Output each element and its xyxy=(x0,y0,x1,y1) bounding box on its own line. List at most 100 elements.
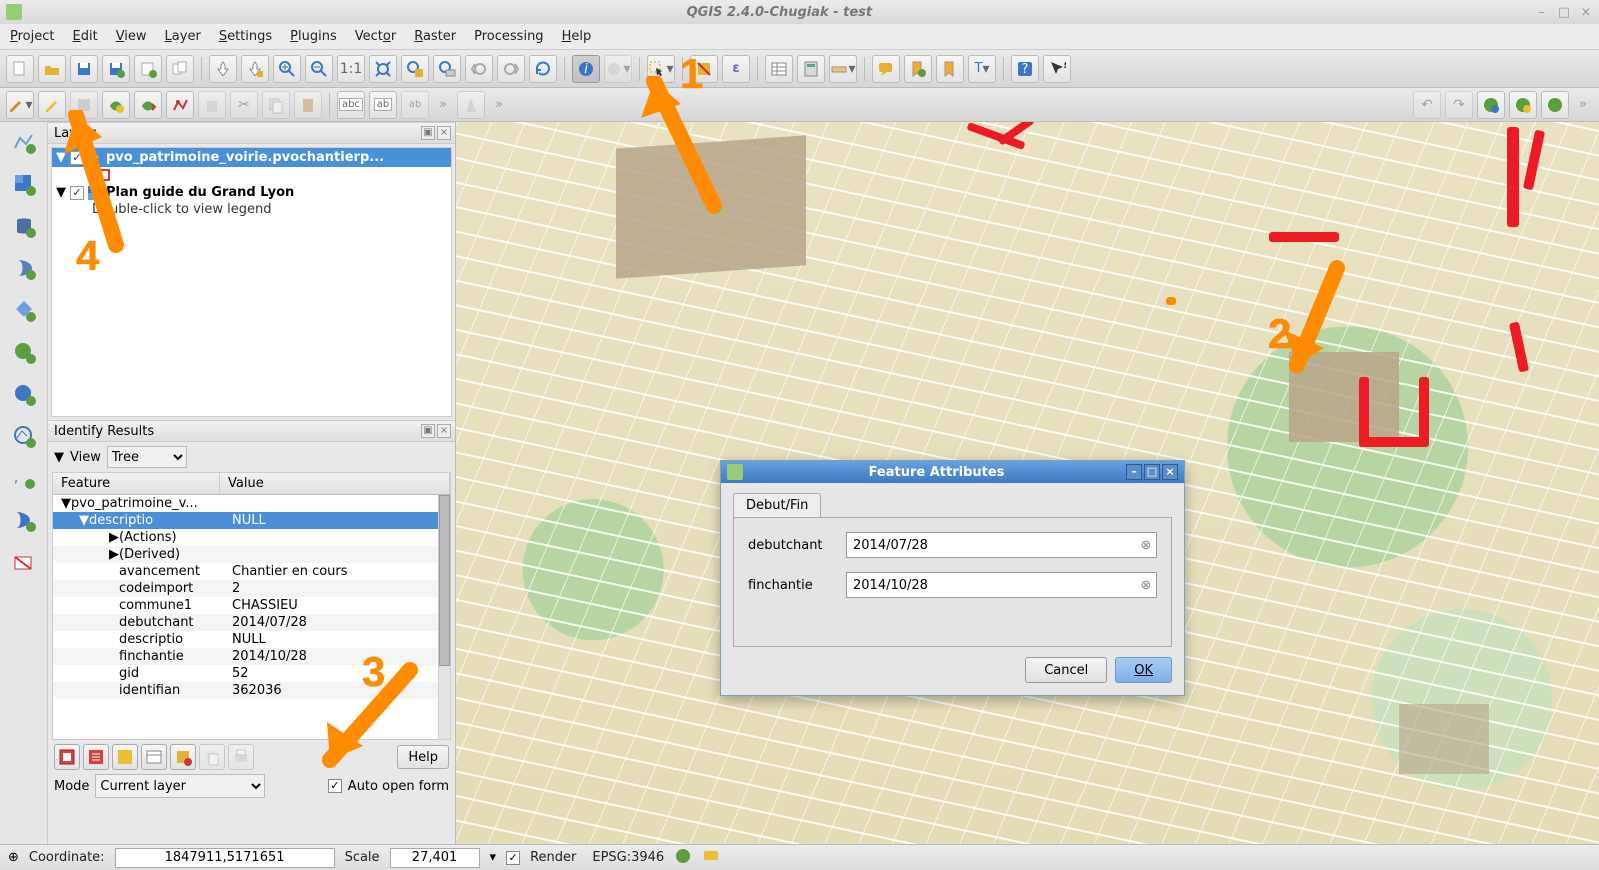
scale-dropdown-icon[interactable]: ▾ xyxy=(490,850,497,865)
add-vector-button[interactable] xyxy=(10,128,38,156)
identify-row[interactable]: codeimport2 xyxy=(53,580,450,597)
delete-selected-button[interactable] xyxy=(198,91,226,119)
undock-icon[interactable]: ▣ xyxy=(421,424,435,438)
minimize-icon[interactable]: – xyxy=(1535,5,1549,20)
label-tool3-button[interactable]: ab xyxy=(401,91,429,119)
refresh-button[interactable] xyxy=(529,55,557,83)
identify-row[interactable]: debutchant2014/07/28 xyxy=(53,614,450,631)
dialog-minimize-icon[interactable]: – xyxy=(1126,464,1142,480)
menu-vector[interactable]: Vector xyxy=(355,29,396,44)
overflow-icon[interactable]: » xyxy=(439,97,447,112)
close-icon[interactable]: × xyxy=(1579,5,1593,20)
node-tool-button[interactable] xyxy=(166,91,194,119)
georef-button[interactable] xyxy=(457,91,485,119)
plugin1-button[interactable] xyxy=(1477,91,1505,119)
open-table-button[interactable] xyxy=(765,55,793,83)
move-feature-button[interactable] xyxy=(134,91,162,119)
dialog-cancel-button[interactable]: Cancel xyxy=(1025,657,1107,683)
menu-settings[interactable]: Settings xyxy=(219,29,272,44)
zoom-last-button[interactable] xyxy=(465,55,493,83)
menu-raster[interactable]: Raster xyxy=(414,29,456,44)
add-raster-button[interactable] xyxy=(10,170,38,198)
copy-feature-button[interactable] xyxy=(199,744,225,770)
menu-layer[interactable]: Layer xyxy=(165,29,201,44)
zoom-next-button[interactable] xyxy=(497,55,525,83)
clear-results-button[interactable] xyxy=(170,744,196,770)
new-composer-button[interactable] xyxy=(134,55,162,83)
bookmark-new-button[interactable] xyxy=(904,55,932,83)
new-project-button[interactable] xyxy=(6,55,34,83)
identify-row[interactable]: ▶(Actions) xyxy=(53,529,450,546)
undo-button[interactable]: ↶ xyxy=(1413,91,1441,119)
scrollbar[interactable] xyxy=(438,495,450,739)
menu-edit[interactable]: Edit xyxy=(73,29,98,44)
label-tool2-button[interactable]: ab xyxy=(369,91,397,119)
add-postgis-button[interactable] xyxy=(10,212,38,240)
overflow3-icon[interactable]: » xyxy=(1579,97,1587,112)
collapse-all-button[interactable] xyxy=(112,744,138,770)
plugin3-button[interactable] xyxy=(1541,91,1569,119)
identify-row[interactable]: commune1CHASSIEU xyxy=(53,597,450,614)
add-wfs-button[interactable] xyxy=(10,422,38,450)
view-mode-select[interactable]: Tree xyxy=(107,446,187,468)
composer-manager-button[interactable] xyxy=(166,55,194,83)
menu-help[interactable]: Help xyxy=(562,29,592,44)
copy-button[interactable] xyxy=(262,91,290,119)
undock-icon[interactable]: ▣ xyxy=(421,126,435,140)
zoom-layer-button[interactable] xyxy=(433,55,461,83)
identify-row[interactable]: descriptioNULL xyxy=(53,631,450,648)
help-button[interactable]: ? xyxy=(1011,55,1039,83)
pan-to-selection-button[interactable] xyxy=(241,55,269,83)
dialog-maximize-icon[interactable]: □ xyxy=(1144,464,1160,480)
cut-button[interactable]: ✂ xyxy=(230,91,258,119)
close-panel-icon[interactable]: × xyxy=(437,126,451,140)
open-form-button[interactable] xyxy=(141,744,167,770)
close-panel-icon[interactable]: × xyxy=(437,424,451,438)
zoom-selection-button[interactable] xyxy=(401,55,429,83)
messages-icon[interactable] xyxy=(702,847,720,869)
print-button[interactable] xyxy=(228,744,254,770)
open-project-button[interactable] xyxy=(38,55,66,83)
map-tips-button[interactable] xyxy=(872,55,900,83)
overflow2-icon[interactable]: » xyxy=(495,97,503,112)
expand-all-button[interactable] xyxy=(83,744,109,770)
toggle-extents-icon[interactable]: ⊕ xyxy=(8,850,19,865)
save-as-button[interactable] xyxy=(102,55,130,83)
expression-select-button[interactable]: ε xyxy=(722,55,750,83)
whatsthis-button[interactable]: ? xyxy=(1043,55,1071,83)
collapse-icon[interactable]: ▼ xyxy=(54,450,64,465)
dialog-ok-button[interactable]: OK xyxy=(1115,657,1172,683)
crs-icon[interactable] xyxy=(674,847,692,869)
clear-icon[interactable]: ⊗ xyxy=(1136,538,1156,553)
crs-label[interactable]: EPSG:3946 xyxy=(592,850,664,865)
dialog-close-icon[interactable]: × xyxy=(1162,464,1178,480)
render-checkbox[interactable]: ✓ xyxy=(506,851,520,865)
new-shapefile-button[interactable] xyxy=(10,506,38,534)
maximize-icon[interactable]: □ xyxy=(1557,5,1571,20)
identify-mode-select[interactable]: Current layer xyxy=(95,774,265,798)
menu-view[interactable]: View xyxy=(116,29,147,44)
field-finchantie-input[interactable] xyxy=(847,573,1136,597)
field-calc-button[interactable] xyxy=(797,55,825,83)
coord-input[interactable] xyxy=(115,848,335,868)
menu-project[interactable]: Project xyxy=(10,29,55,44)
zoom-out-button[interactable] xyxy=(305,55,333,83)
add-wms-button[interactable] xyxy=(10,338,38,366)
remove-layer-button[interactable] xyxy=(10,548,38,576)
dialog-tab[interactable]: Debut/Fin xyxy=(733,493,821,517)
bookmark-show-button[interactable] xyxy=(936,55,964,83)
menu-plugins[interactable]: Plugins xyxy=(290,29,337,44)
label-tool1-button[interactable]: abc xyxy=(337,91,365,119)
action-button[interactable]: ▾ xyxy=(604,55,632,83)
add-spatialite-button[interactable] xyxy=(10,254,38,282)
field-debutchant-input[interactable] xyxy=(847,533,1136,557)
zoom-native-button[interactable]: 1:1 xyxy=(337,55,365,83)
auto-open-form-checkbox[interactable]: ✓ xyxy=(328,779,342,793)
add-mssql-button[interactable] xyxy=(10,296,38,324)
scale-input[interactable] xyxy=(390,848,480,868)
identify-button[interactable]: i xyxy=(572,55,600,83)
measure-button[interactable]: ▾ xyxy=(829,55,857,83)
paste-button[interactable] xyxy=(294,91,322,119)
dialog-titlebar[interactable]: Feature Attributes – □ × xyxy=(721,461,1184,483)
zoom-in-button[interactable] xyxy=(273,55,301,83)
